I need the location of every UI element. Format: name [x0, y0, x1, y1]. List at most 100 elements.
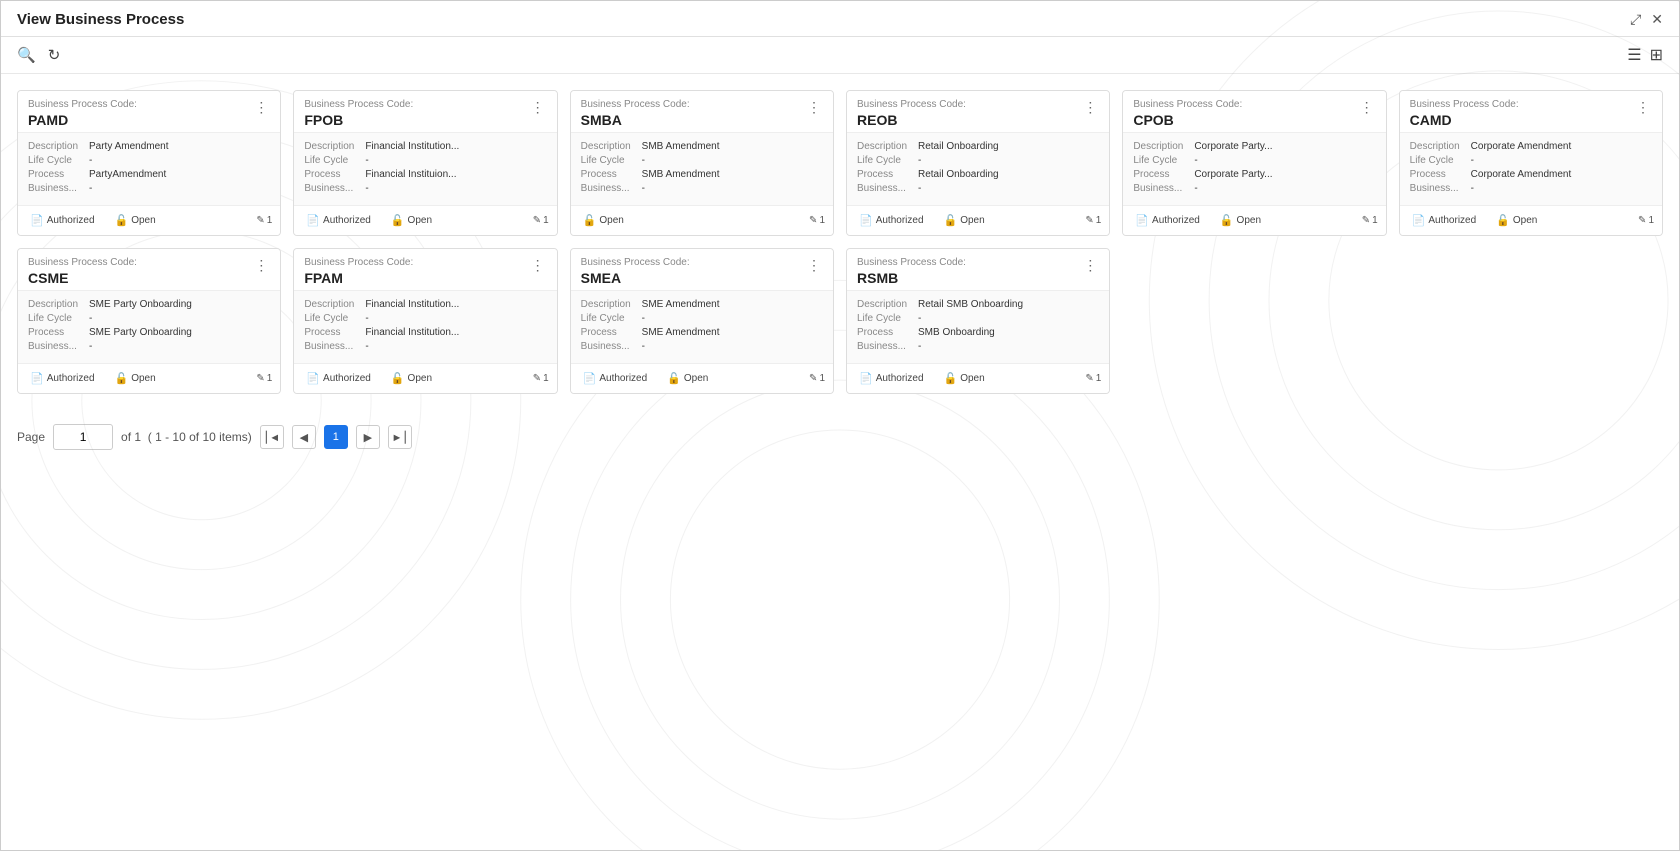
card-code-label: Business Process Code:: [1133, 99, 1242, 110]
count-value: 1: [543, 373, 549, 384]
card-menu-icon[interactable]: ⋮: [1358, 99, 1376, 116]
card-menu-icon[interactable]: ⋮: [1081, 99, 1099, 116]
edit-count[interactable]: ✎ 1: [809, 373, 825, 384]
count-value: 1: [819, 215, 825, 226]
count-value: 1: [819, 373, 825, 384]
card-code-value: PAMD: [28, 112, 137, 128]
edit-count[interactable]: ✎ 1: [533, 215, 549, 226]
card-code-label: Business Process Code:: [28, 257, 137, 268]
process-value: Financial Institution...: [365, 327, 546, 338]
lifecycle-value: -: [1471, 155, 1652, 166]
card-footer: 📄 Authorized 🔓 Open ✎ 1: [18, 363, 280, 393]
card-code-label: Business Process Code:: [857, 257, 966, 268]
business-row: Business... -: [581, 183, 823, 194]
toolbar-right: ☰ ⊞: [1627, 45, 1663, 65]
business-label: Business...: [304, 183, 359, 194]
business-row: Business... -: [304, 341, 546, 352]
authorized-button[interactable]: 📄 Authorized: [1131, 212, 1204, 229]
card-menu-icon[interactable]: ⋮: [1634, 99, 1652, 116]
business-label: Business...: [857, 183, 912, 194]
edit-count[interactable]: ✎ 1: [1085, 373, 1101, 384]
open-button[interactable]: 🔓 Open: [663, 370, 712, 387]
page-number-button[interactable]: 1: [324, 425, 348, 449]
process-row: Process SMB Onboarding: [857, 327, 1099, 338]
card-menu-icon[interactable]: ⋮: [1081, 257, 1099, 274]
open-button[interactable]: 🔓 Open: [940, 212, 989, 229]
description-value: SMB Amendment: [642, 141, 823, 152]
open-button[interactable]: 🔓 Open: [387, 212, 436, 229]
open-label: Open: [1237, 215, 1261, 226]
edit-icon: ✎: [256, 215, 264, 226]
lifecycle-value: -: [89, 313, 270, 324]
description-label: Description: [28, 299, 83, 310]
edit-count[interactable]: ✎ 1: [1085, 215, 1101, 226]
count-value: 1: [1648, 215, 1654, 226]
card-body: Description SMB Amendment Life Cycle - P…: [571, 133, 833, 205]
edit-icon: ✎: [1085, 215, 1093, 226]
business-row: Business... -: [857, 341, 1099, 352]
card-header: Business Process Code: RSMB ⋮: [847, 249, 1109, 291]
edit-count[interactable]: ✎ 1: [809, 215, 825, 226]
authorized-button[interactable]: 📄 Authorized: [26, 370, 99, 387]
grid-view-icon[interactable]: ⊞: [1650, 45, 1663, 65]
business-process-card: Business Process Code: SMBA ⋮ Descriptio…: [570, 90, 834, 236]
description-row: Description Retail SMB Onboarding: [857, 299, 1099, 310]
count-value: 1: [267, 373, 273, 384]
card-code-value: FPAM: [304, 270, 413, 286]
next-page-button[interactable]: ▶: [356, 425, 380, 449]
edit-count[interactable]: ✎ 1: [256, 373, 272, 384]
edit-count[interactable]: ✎ 1: [1362, 215, 1378, 226]
first-page-button[interactable]: ⎮◄: [260, 425, 284, 449]
process-label: Process: [1410, 169, 1465, 180]
refresh-icon[interactable]: ↻: [48, 46, 61, 64]
authorized-button[interactable]: 📄 Authorized: [579, 370, 652, 387]
edit-count[interactable]: ✎ 1: [1638, 215, 1654, 226]
process-row: Process SME Party Onboarding: [28, 327, 270, 338]
open-button[interactable]: 🔓 Open: [1492, 212, 1541, 229]
page-input[interactable]: [53, 424, 113, 450]
card-menu-icon[interactable]: ⋮: [529, 257, 547, 274]
authorized-label: Authorized: [323, 373, 371, 384]
card-header-info: Business Process Code: SMEA: [581, 257, 690, 286]
open-button[interactable]: 🔓 Open: [387, 370, 436, 387]
authorized-button[interactable]: 📄 Authorized: [855, 212, 928, 229]
close-icon[interactable]: ✕: [1651, 11, 1663, 28]
card-menu-icon[interactable]: ⋮: [529, 99, 547, 116]
open-button[interactable]: 🔓 Open: [111, 212, 160, 229]
process-value: Corporate Amendment: [1471, 169, 1652, 180]
card-menu-icon[interactable]: ⋮: [805, 257, 823, 274]
lifecycle-row: Life Cycle -: [28, 313, 270, 324]
open-button[interactable]: 🔓 Open: [1216, 212, 1265, 229]
lifecycle-label: Life Cycle: [857, 155, 912, 166]
open-label: Open: [684, 373, 708, 384]
prev-page-button[interactable]: ◀: [292, 425, 316, 449]
card-header: Business Process Code: FPOB ⋮: [294, 91, 556, 133]
authorized-button[interactable]: 📄 Authorized: [855, 370, 928, 387]
authorized-button[interactable]: 📄 Authorized: [302, 370, 375, 387]
open-button[interactable]: 🔓 Open: [111, 370, 160, 387]
maximize-icon[interactable]: ⤢: [1630, 11, 1641, 28]
edit-count[interactable]: ✎ 1: [533, 373, 549, 384]
authorized-button[interactable]: 📄 Authorized: [26, 212, 99, 229]
title-bar-actions: ⤢ ✕: [1630, 11, 1663, 28]
authorized-button[interactable]: 📄 Authorized: [302, 212, 375, 229]
last-page-button[interactable]: ►⎮: [388, 425, 412, 449]
authorized-button[interactable]: 📄 Authorized: [1408, 212, 1481, 229]
business-value: -: [365, 183, 546, 194]
card-menu-icon[interactable]: ⋮: [252, 99, 270, 116]
description-label: Description: [1410, 141, 1465, 152]
edit-count[interactable]: ✎ 1: [256, 215, 272, 226]
business-process-card: Business Process Code: SMEA ⋮ Descriptio…: [570, 248, 834, 394]
list-view-icon[interactable]: ☰: [1627, 45, 1641, 65]
card-menu-icon[interactable]: ⋮: [252, 257, 270, 274]
process-label: Process: [857, 327, 912, 338]
card-menu-icon[interactable]: ⋮: [805, 99, 823, 116]
search-icon[interactable]: 🔍: [17, 46, 36, 64]
description-row: Description Financial Institution...: [304, 299, 546, 310]
card-code-value: SMBA: [581, 112, 690, 128]
open-button[interactable]: 🔓 Open: [579, 212, 628, 229]
open-button[interactable]: 🔓 Open: [940, 370, 989, 387]
lock-icon: 🔓: [944, 214, 958, 227]
card-footer: 📄 Authorized 🔓 Open ✎ 1: [18, 205, 280, 235]
description-row: Description Retail Onboarding: [857, 141, 1099, 152]
